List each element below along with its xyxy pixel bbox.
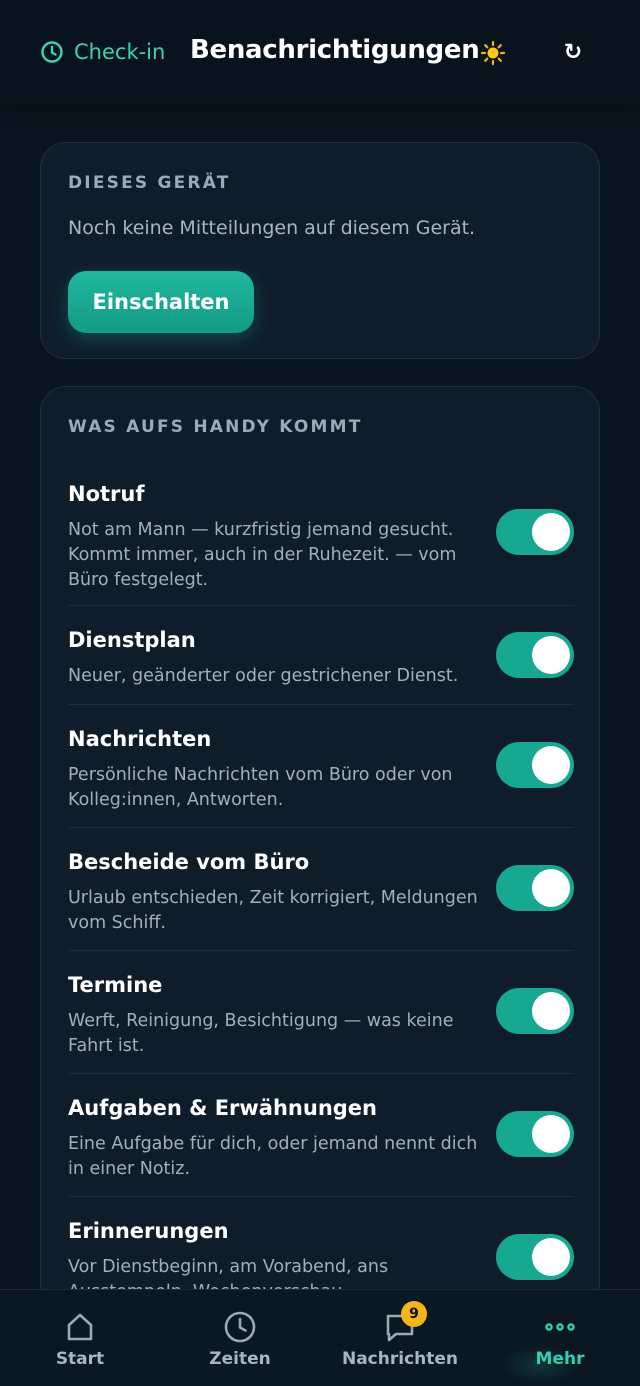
- toggle-knob: [532, 513, 570, 551]
- enable-button[interactable]: Einschalten: [68, 271, 254, 333]
- notruf-toggle[interactable]: [496, 509, 574, 555]
- types-section-title: WAS AUFS HANDY KOMMT: [68, 417, 363, 437]
- toggle-knob: [532, 1115, 570, 1153]
- nav-item-nachrichten[interactable]: 9 Nachrichten: [320, 1290, 480, 1386]
- checkin-label: Check-in: [74, 40, 166, 64]
- type-row-notruf: Notruf Not am Mann — kurzfristig jemand …: [68, 482, 574, 606]
- home-icon: [63, 1310, 97, 1344]
- more-icon: [543, 1310, 577, 1344]
- nav-item-mehr[interactable]: Mehr: [480, 1290, 640, 1386]
- nav-label: Nachrichten: [341, 1349, 459, 1369]
- type-title: Bescheide vom Büro: [68, 850, 310, 874]
- type-row-bescheide: Bescheide vom Büro Urlaub entschieden, Z…: [68, 828, 574, 951]
- device-status-text: Noch keine Mitteilungen auf diesem Gerät…: [68, 217, 476, 239]
- unread-badge: 9: [401, 1301, 427, 1327]
- clock-icon: [223, 1310, 257, 1344]
- type-description: Werft, Reinigung, Besichtigung — was kei…: [68, 1011, 454, 1056]
- type-description: Neuer, geänderter oder gestrichener Dien…: [68, 666, 459, 686]
- toggle-knob: [532, 1238, 570, 1276]
- type-title: Notruf: [68, 482, 145, 506]
- bescheide-toggle[interactable]: [496, 865, 574, 911]
- toggle-knob: [532, 869, 570, 907]
- type-title: Erinnerungen: [68, 1219, 229, 1243]
- termine-toggle[interactable]: [496, 988, 574, 1034]
- type-description: Urlaub entschieden, Zeit korrigiert, Mel…: [68, 888, 478, 933]
- toggle-knob: [532, 636, 570, 674]
- chat-icon: 9: [383, 1301, 427, 1344]
- notification-types-card: WAS AUFS HANDY KOMMT Notruf Not am Mann …: [40, 386, 600, 1346]
- type-row-dienstplan: Dienstplan Neuer, geänderter oder gestri…: [68, 606, 574, 705]
- type-description: Persönliche Nachrichten vom Büro oder vo…: [68, 765, 453, 810]
- top-bar: Check-in Benachrichtigungen ↻: [0, 0, 640, 104]
- dienstplan-toggle[interactable]: [496, 632, 574, 678]
- nav-label: Start: [55, 1349, 105, 1369]
- device-card: DIESES GERÄT Noch keine Mitteilungen auf…: [40, 142, 600, 359]
- sun-icon[interactable]: [480, 40, 506, 66]
- erinnerungen-toggle[interactable]: [496, 1234, 574, 1280]
- nachrichten-toggle[interactable]: [496, 742, 574, 788]
- type-description: Eine Aufgabe für dich, oder jemand nennt…: [68, 1134, 478, 1179]
- clock-icon: [41, 41, 63, 63]
- refresh-icon[interactable]: ↻: [560, 40, 586, 66]
- type-description: Not am Mann — kurzfristig jemand gesucht…: [68, 520, 457, 590]
- type-row-aufgaben: Aufgaben & Erwähnungen Eine Aufgabe für …: [68, 1074, 574, 1197]
- toggle-knob: [532, 746, 570, 784]
- type-title: Termine: [68, 973, 163, 997]
- checkin-link[interactable]: Check-in: [40, 38, 165, 66]
- nav-label: Mehr: [535, 1349, 585, 1369]
- page-title: Benachrichtigungen: [190, 35, 480, 65]
- type-row-nachrichten: Nachrichten Persönliche Nachrichten vom …: [68, 705, 574, 828]
- device-section-title: DIESES GERÄT: [68, 173, 231, 193]
- nav-item-start[interactable]: Start: [0, 1290, 160, 1386]
- type-row-termine: Termine Werft, Reinigung, Besichtigung —…: [68, 951, 574, 1074]
- type-title: Nachrichten: [68, 727, 212, 751]
- nav-label: Zeiten: [209, 1349, 271, 1369]
- nav-item-zeiten[interactable]: Zeiten: [160, 1290, 320, 1386]
- aufgaben-toggle[interactable]: [496, 1111, 574, 1157]
- bottom-nav: Start Zeiten 9 Nachrichten Mehr: [0, 1289, 640, 1386]
- type-title: Dienstplan: [68, 628, 196, 652]
- type-title: Aufgaben & Erwähnungen: [68, 1096, 378, 1120]
- toggle-knob: [532, 992, 570, 1030]
